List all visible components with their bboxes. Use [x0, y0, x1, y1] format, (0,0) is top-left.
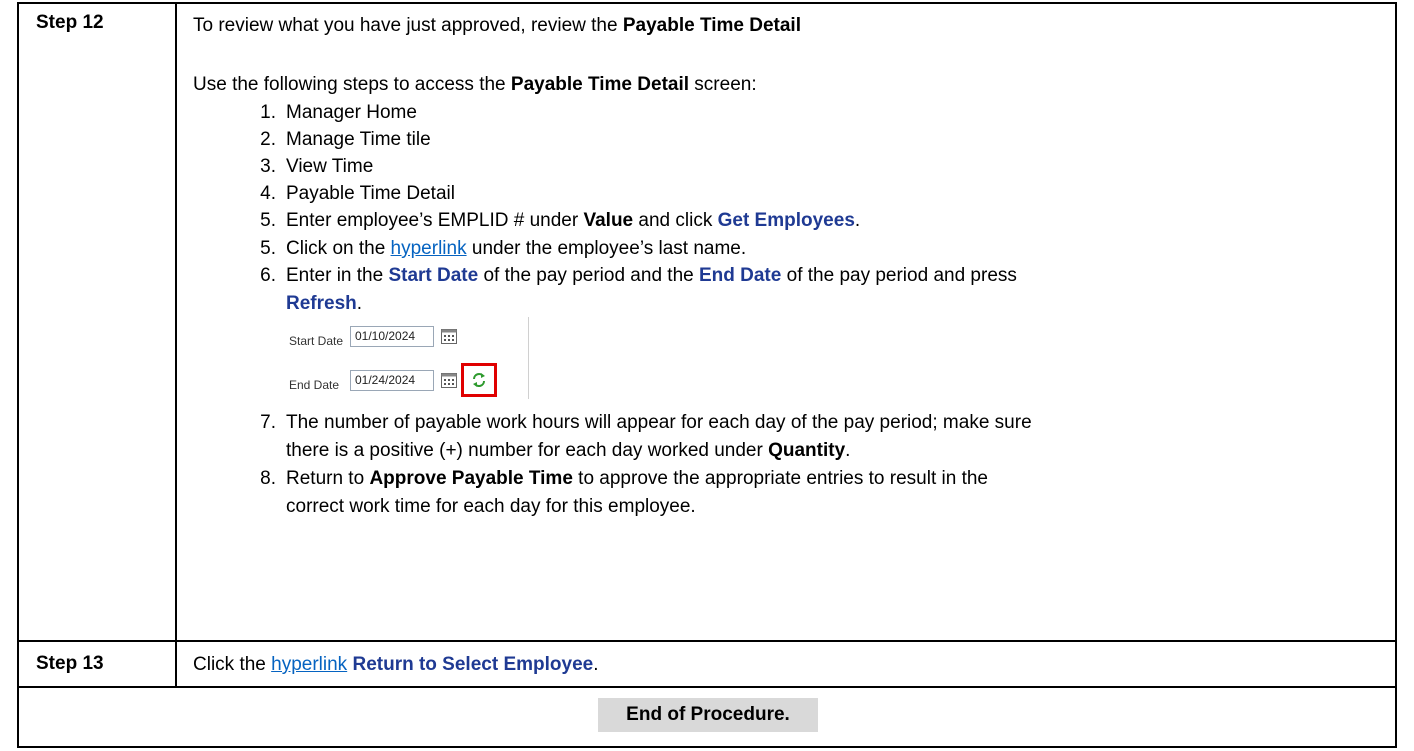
step-13-line: Click the hyperlink Return to Select Emp…: [193, 654, 599, 675]
list-item: 3. View Time: [260, 156, 374, 177]
step-12-row: Step 12 To review what you have just app…: [19, 4, 1395, 642]
step-cell: Step 13: [19, 640, 177, 686]
end-of-procedure: End of Procedure.: [598, 698, 818, 732]
step-label: Step 12: [36, 12, 104, 33]
list-item: 4. Payable Time Detail: [260, 183, 455, 204]
list-item-continued: Refresh.: [286, 293, 363, 314]
step-13-row: Step 13 Click the hyperlink Return to Se…: [19, 640, 1395, 688]
step-label: Step 13: [36, 653, 104, 674]
hyperlink[interactable]: hyperlink: [391, 238, 467, 259]
list-item: 7. The number of payable work hours will …: [260, 412, 1032, 433]
refresh-icon[interactable]: [469, 370, 489, 390]
list-item: 8. Return to Approve Payable Time to appr…: [260, 468, 988, 489]
step-13-content: Click the hyperlink Return to Select Emp…: [177, 640, 1395, 686]
end-date-label: End Date: [289, 378, 340, 392]
list-item: 5. Enter employee’s EMPLID # under Value …: [260, 210, 861, 231]
list-item-continued: there is a positive (+) number for each …: [286, 440, 851, 461]
access-line: Use the following steps to access the Pa…: [193, 74, 757, 95]
calendar-icon[interactable]: [440, 327, 458, 345]
list-item-continued: correct work time for each day for this …: [286, 496, 696, 517]
list-item: 2. Manage Time tile: [260, 129, 431, 150]
list-item: 5. Click on the hyperlink under the emplo…: [260, 238, 747, 259]
step-cell: Step 12: [19, 4, 177, 640]
list-item: 6. Enter in the Start Date of the pay per…: [260, 265, 1017, 286]
intro-line: To review what you have just approved, r…: [193, 15, 801, 36]
divider: [528, 317, 529, 399]
end-date-field[interactable]: 01/24/2024: [350, 370, 434, 391]
date-range-screenshot: Start Date 01/10/2024 End Date 01/24/202…: [285, 317, 529, 399]
end-row: End of Procedure.: [19, 686, 1395, 746]
calendar-icon[interactable]: [440, 371, 458, 389]
start-date-label: Start Date: [289, 334, 344, 348]
hyperlink[interactable]: hyperlink: [271, 654, 347, 675]
start-date-field[interactable]: 01/10/2024: [350, 326, 434, 347]
list-item: 1. Manager Home: [260, 102, 417, 123]
step-12-content: To review what you have just approved, r…: [177, 4, 1395, 640]
refresh-highlight: [461, 363, 497, 397]
procedure-table: Step 12 To review what you have just app…: [17, 2, 1397, 748]
